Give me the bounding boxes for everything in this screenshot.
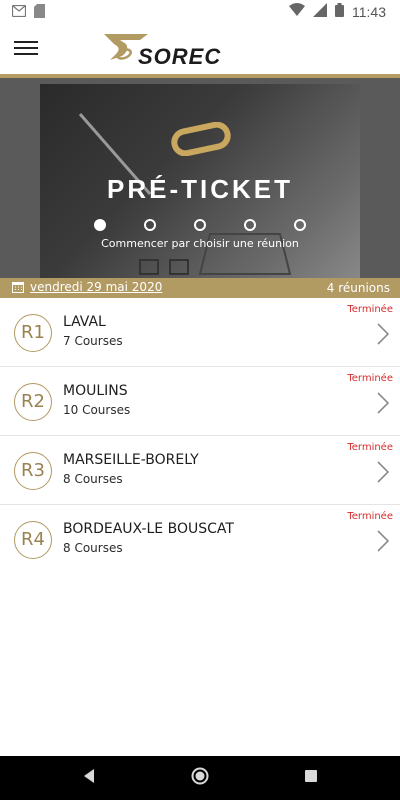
wifi-icon [289,3,305,21]
calendar-icon [12,282,24,293]
meeting-row-r4[interactable]: R4 BORDEAUX-LE BOUSCAT 8 Courses Terminé… [0,505,400,574]
carousel-dot-3[interactable] [194,219,206,231]
meeting-count: 4 réunions [326,281,390,295]
carousel-dot-1[interactable] [94,219,106,231]
meeting-name: BORDEAUX-LE BOUSCAT [63,521,234,537]
battery-icon [335,3,344,21]
logo-text: SOREC [138,44,222,69]
meeting-badge: R2 [14,383,52,421]
meeting-courses: 8 Courses [63,472,123,486]
gmail-icon [11,4,27,21]
chevron-right-icon [377,323,390,345]
meeting-name: MOULINS [63,383,128,399]
pre-ticket-banner[interactable]: PRÉ-TICKET Commencer par choisir une réu… [0,78,400,278]
status-badge: Terminée [347,373,393,384]
chevron-right-icon [377,392,390,414]
signal-icon [313,3,327,21]
meeting-badge: R4 [14,521,52,559]
meeting-name: MARSEILLE-BORELY [63,452,199,468]
back-icon[interactable] [82,768,96,784]
banner-title: PRÉ-TICKET [107,174,293,204]
meeting-courses: 7 Courses [63,334,123,348]
sorec-logo: SOREC [100,30,250,70]
hamburger-menu-icon[interactable] [14,38,38,60]
chevron-right-icon [377,461,390,483]
meeting-list: R1 LAVAL 7 Courses Terminée R2 MOULINS 1… [0,298,400,574]
chevron-right-icon [377,530,390,552]
meeting-courses: 8 Courses [63,541,123,555]
meeting-courses: 10 Courses [63,403,131,417]
meeting-row-r3[interactable]: R3 MARSEILLE-BORELY 8 Courses Terminée [0,436,400,505]
meeting-name: LAVAL [63,314,106,330]
carousel-pagination [0,219,400,231]
app-header: SOREC [0,24,400,76]
carousel-dot-4[interactable] [244,219,256,231]
date-bar: vendredi 29 mai 2020 4 réunions [0,278,400,298]
system-nav-bar [0,756,400,800]
date-label: vendredi 29 mai 2020 [30,280,163,294]
status-bar: 11:43 [0,0,400,24]
meeting-row-r1[interactable]: R1 LAVAL 7 Courses Terminée [0,298,400,367]
sd-card-icon [34,4,45,22]
status-badge: Terminée [347,304,393,315]
meeting-badge: R3 [14,452,52,490]
carousel-dot-5[interactable] [294,219,306,231]
status-badge: Terminée [347,442,393,453]
status-time: 11:43 [352,4,386,20]
home-icon[interactable] [191,767,209,785]
meeting-row-r2[interactable]: R2 MOULINS 10 Courses Terminée [0,367,400,436]
recent-apps-icon[interactable] [305,770,317,782]
gold-ring-icon [171,122,231,156]
date-selector[interactable]: vendredi 29 mai 2020 [12,280,162,294]
status-badge: Terminée [347,511,393,522]
carousel-dot-2[interactable] [144,219,156,231]
meeting-badge: R1 [14,314,52,352]
app-screen: 11:43 SOREC PRÉ-TICKET Commencer par cho… [0,0,400,800]
banner-subtitle: Commencer par choisir une réunion [101,237,299,250]
